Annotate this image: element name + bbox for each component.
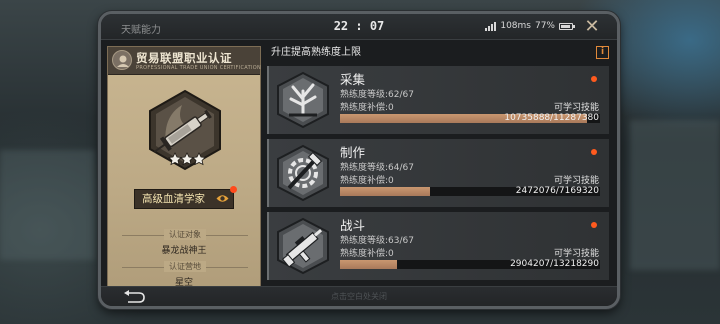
skills-header: 升庄提高熟练度上限 i <box>265 44 611 62</box>
divider: 认证营地 <box>122 261 248 272</box>
skill-name: 战斗 <box>340 218 366 233</box>
certificate-card: 贸易联盟职业认证 PROFESSIONAL TRADE UNION CERTIF… <box>107 46 261 291</box>
skill-card-crafting[interactable]: 制作 熟练度等级:64/67 熟练度补偿:0 可学习技能 2472076/716… <box>267 139 609 207</box>
bottom-bar: 点击空白处关闭 <box>101 286 617 306</box>
skill-compensation: 熟练度补偿:0 <box>340 249 394 259</box>
gear-hammer-icon <box>277 144 329 202</box>
syringe-emblem-icon <box>149 89 221 171</box>
skill-xp: 10735888/11287380 <box>504 113 599 123</box>
background-structure <box>0 150 95 260</box>
notification-dot-icon <box>591 76 597 82</box>
skill-compensation: 熟练度补偿:0 <box>340 176 394 186</box>
skill-name: 制作 <box>340 145 366 160</box>
certificate-header: 贸易联盟职业认证 PROFESSIONAL TRADE UNION CERTIF… <box>108 47 262 75</box>
rifle-icon <box>277 217 329 275</box>
learnable-skills-link[interactable]: 可学习技能 <box>554 246 599 259</box>
skill-name: 采集 <box>340 72 366 87</box>
network-latency: 108ms <box>500 21 531 31</box>
plant-tool-icon <box>277 71 329 129</box>
notification-dot-icon <box>591 149 597 155</box>
skill-compensation: 熟练度补偿:0 <box>340 103 394 113</box>
skill-card-combat[interactable]: 战斗 熟练度等级:63/67 熟练度补偿:0 可学习技能 2904207/132… <box>267 212 609 280</box>
profession-title: 高级血清学家 <box>142 193 205 205</box>
target-value: 暴龙战神王 <box>161 246 207 256</box>
learnable-skills-link[interactable]: 可学习技能 <box>554 173 599 186</box>
profession-badge[interactable]: 高级血清学家 <box>134 186 237 209</box>
skill-card-gathering[interactable]: 采集 熟练度等级:62/67 熟练度补偿:0 可学习技能 10735888/11… <box>267 66 609 134</box>
skills-header-label: 升庄提高熟练度上限 <box>271 47 361 58</box>
skill-progress-fill <box>340 260 398 269</box>
skill-xp: 2472076/7169320 <box>515 186 599 196</box>
notification-dot-icon <box>591 222 597 228</box>
certificate-title: 贸易联盟职业认证 <box>136 51 232 65</box>
skill-progress-fill <box>340 187 430 196</box>
signal-icon <box>485 21 497 31</box>
skill-level: 熟练度等级:64/67 <box>340 163 414 173</box>
learnable-skills-link[interactable]: 可学习技能 <box>554 100 599 113</box>
talent-panel: 天赋能力 22 : 07 108ms 77% ✕ 贸易联盟职业认证 PROFES… <box>98 11 620 309</box>
info-icon[interactable]: i <box>596 46 609 59</box>
background-structure <box>630 120 720 270</box>
camp-label: 认证营地 <box>164 261 206 272</box>
skill-xp: 2904207/13218290 <box>510 259 599 269</box>
top-bar: 天赋能力 22 : 07 108ms 77% ✕ <box>101 14 617 40</box>
divider: 认证对象 <box>122 229 248 240</box>
certificate-subtitle: PROFESSIONAL TRADE UNION CERTIFICATION <box>136 65 262 71</box>
close-button[interactable]: ✕ <box>583 18 601 36</box>
skill-level: 熟练度等级:63/67 <box>340 236 414 246</box>
battery-percent: 77% <box>534 21 555 31</box>
eye-icon[interactable] <box>216 193 229 204</box>
close-hint: 点击空白处关闭 <box>331 292 387 301</box>
skill-level: 熟练度等级:62/67 <box>340 90 414 100</box>
battery-icon <box>559 22 575 30</box>
union-logo-icon <box>112 50 132 70</box>
notification-dot-icon <box>230 186 237 193</box>
status-indicators: 108ms 77% <box>485 21 575 31</box>
target-label: 认证对象 <box>164 229 206 240</box>
